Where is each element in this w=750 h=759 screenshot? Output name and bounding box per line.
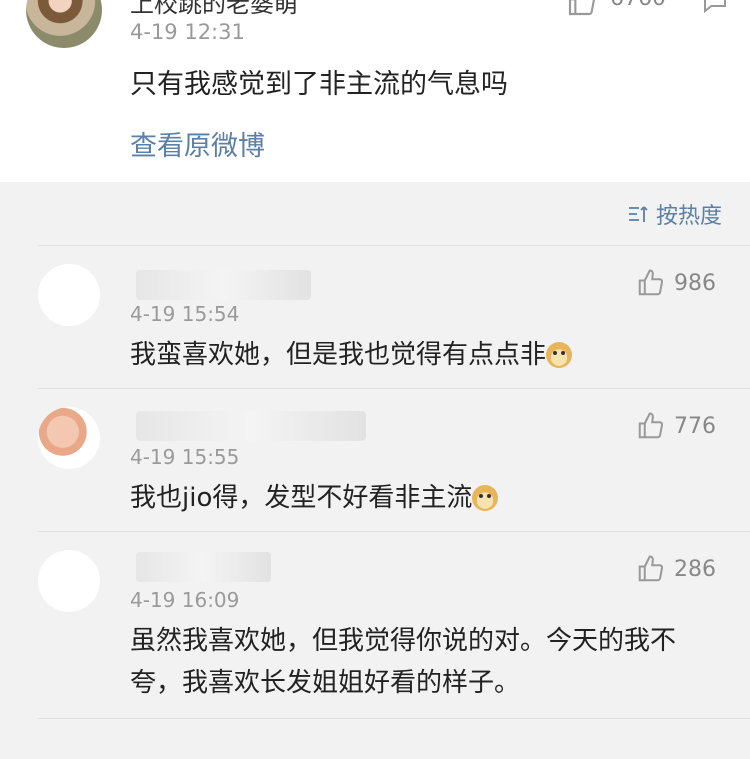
post-author-avatar[interactable] <box>26 0 102 48</box>
comment-time: 4-19 15:54 <box>130 302 240 326</box>
sort-by-heat-button[interactable]: 按热度 <box>626 198 722 230</box>
comment-icon[interactable] <box>700 0 730 16</box>
comment-time: 4-19 15:55 <box>130 445 240 469</box>
post-author-name[interactable]: 上校跳的老婆萌 <box>130 0 298 19</box>
thumbs-up-icon <box>638 269 664 296</box>
thumbs-up-icon <box>638 555 664 582</box>
comment-item: 986 4-19 15:54 我蛮喜欢她，但是我也觉得有点点非 <box>38 245 750 388</box>
thumbs-up-icon[interactable] <box>566 0 598 18</box>
like-button[interactable]: 776 <box>636 411 716 441</box>
commenter-avatar[interactable] <box>38 407 100 469</box>
comment-time: 4-19 16:09 <box>130 588 240 612</box>
comment-item: 286 4-19 16:09 虽然我喜欢她，但我觉得你说的对。今天的我不夸，我喜… <box>38 531 750 718</box>
doge-emoji <box>472 485 499 511</box>
comment-item <box>38 718 750 759</box>
thumbs-up-icon <box>638 412 664 439</box>
comment-text: 我也jio得，发型不好看非主流 <box>130 477 720 519</box>
like-count: 286 <box>674 556 716 582</box>
original-post: 上校跳的老婆萌 4-19 12:31 6760 只有我感觉到了非主流的气息吗 查… <box>0 0 750 182</box>
commenter-name-redacted[interactable] <box>136 270 311 300</box>
commenter-name-redacted[interactable] <box>136 552 271 582</box>
view-original-post-link[interactable]: 查看原微博 <box>130 124 265 163</box>
like-button[interactable]: 286 <box>636 554 716 584</box>
like-count: 986 <box>674 270 716 296</box>
commenter-avatar[interactable] <box>38 264 100 326</box>
comment-item: 776 4-19 15:55 我也jio得，发型不好看非主流 <box>38 388 750 531</box>
comment-list: 986 4-19 15:54 我蛮喜欢她，但是我也觉得有点点非 776 4-19… <box>0 245 750 759</box>
post-like-count: 6760 <box>610 0 666 11</box>
comment-text: 我蛮喜欢她，但是我也觉得有点点非 <box>130 334 720 376</box>
like-button[interactable]: 986 <box>636 268 716 298</box>
commenter-name-redacted[interactable] <box>136 411 366 441</box>
doge-emoji <box>546 342 573 368</box>
post-text: 只有我感觉到了非主流的气息吗 <box>130 69 508 100</box>
sort-label: 按热度 <box>655 204 722 229</box>
commenter-avatar[interactable] <box>38 550 100 612</box>
sort-icon <box>628 206 648 222</box>
post-time: 4-19 12:31 <box>130 20 245 44</box>
like-count: 776 <box>674 413 716 439</box>
comment-text: 虽然我喜欢她，但我觉得你说的对。今天的我不夸，我喜欢长发姐姐好看的样子。 <box>130 626 677 698</box>
